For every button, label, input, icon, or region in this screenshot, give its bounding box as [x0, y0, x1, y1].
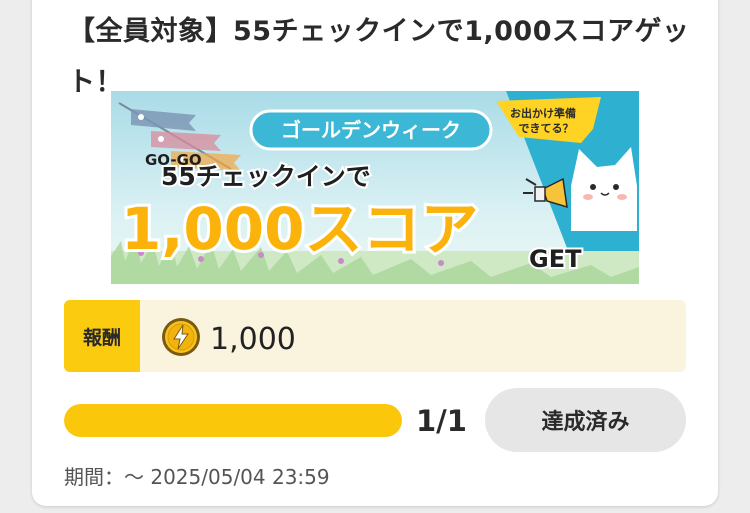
bubble-line1: お出かけ準備 [510, 106, 576, 120]
reward-label: 報酬 [64, 300, 140, 372]
progress-bar [64, 404, 402, 437]
period-text: 期間：〜 2025/05/04 23:59 [64, 465, 330, 489]
bubble-line2: できてる？ [519, 122, 574, 135]
campaign-banner[interactable]: ゴールデンウィーク お出かけ準備 できてる？ GO-GO 55チェックインで 1… [111, 91, 639, 284]
progress-count: 1/1 [416, 404, 467, 438]
golden-week-text: ゴールデンウィーク [281, 118, 461, 142]
progress-fill [64, 404, 402, 437]
reward-value: 1,000 [210, 322, 296, 357]
achieved-button[interactable]: 達成済み [485, 388, 686, 452]
get-text: GET [529, 245, 582, 273]
lightning-coin-icon [162, 318, 200, 356]
reward-box: 報酬 1,000 [64, 300, 686, 372]
checkin-text: 55チェックインで [161, 162, 371, 191]
score-banner-text: 1,000スコア [121, 195, 478, 263]
